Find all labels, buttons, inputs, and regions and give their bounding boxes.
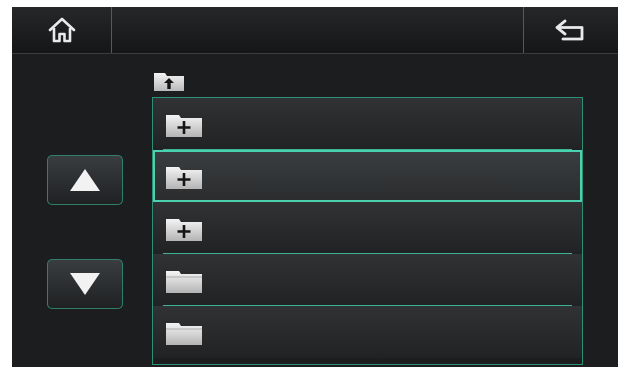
list-item-selected[interactable] — [153, 150, 582, 202]
list-item[interactable] — [153, 306, 582, 358]
list-item[interactable] — [153, 254, 582, 306]
folder-icon — [166, 323, 202, 345]
home-button[interactable] — [12, 7, 112, 53]
folder-plus-icon — [166, 219, 202, 241]
top-bar — [12, 7, 618, 54]
triangle-down-icon — [70, 273, 100, 295]
folder-list — [152, 97, 583, 365]
parent-folder-button[interactable] — [153, 69, 185, 93]
list-item[interactable] — [153, 98, 582, 150]
folder-up-icon — [154, 73, 184, 91]
media-browser-screen — [12, 7, 618, 367]
scroll-down-button[interactable] — [47, 259, 123, 309]
home-icon — [48, 17, 75, 43]
back-button[interactable] — [523, 7, 618, 53]
back-arrow-icon — [555, 19, 584, 41]
scroll-up-button[interactable] — [47, 155, 123, 205]
folder-icon — [166, 271, 202, 293]
triangle-up-icon — [70, 169, 100, 191]
folder-plus-icon — [166, 115, 202, 137]
list-item[interactable] — [153, 202, 582, 254]
folder-plus-icon — [166, 167, 202, 189]
